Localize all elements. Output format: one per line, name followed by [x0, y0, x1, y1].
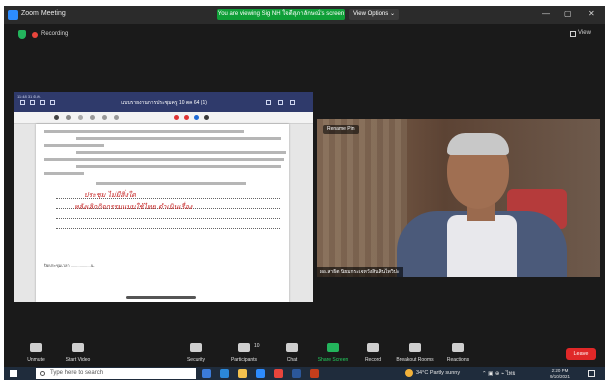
microphone-muted-icon — [30, 343, 42, 352]
back-icon — [20, 100, 25, 105]
recording-label: Recording — [41, 31, 69, 37]
participant-hair — [447, 133, 509, 155]
record-icon — [367, 343, 379, 352]
shared-screen: 11:48 31 ต.ค. แบบรายงานการประชุมครู 10 ต… — [14, 92, 313, 302]
leave-button[interactable]: Leave — [566, 348, 596, 360]
handwriting-line-1: ประชุม ไม่มีสิ่งใด — [84, 191, 136, 199]
start-video-button[interactable]: Start Video — [53, 343, 103, 363]
doc-text-line — [44, 172, 84, 175]
eraser-icon — [78, 115, 83, 120]
search-icon — [40, 100, 45, 105]
minimize-button[interactable]: — — [542, 9, 550, 18]
security-shield-icon[interactable] — [18, 30, 26, 39]
search-icon — [40, 371, 45, 376]
annotation-toolbar — [14, 112, 313, 124]
window-title: Zoom Meeting — [21, 10, 66, 17]
title-bar: Zoom Meeting You are viewing Sig NH ใจดี… — [4, 6, 605, 24]
weather-widget[interactable]: 34°C Partly sunny — [416, 370, 460, 376]
undo-icon — [266, 100, 271, 105]
view-button[interactable]: View — [578, 30, 591, 36]
share-screen-icon — [327, 343, 339, 352]
weather-sun-icon — [405, 369, 413, 377]
start-video-label: Start Video — [65, 357, 91, 363]
viewing-screen-banner: You are viewing Sig NH ใจดีสุภาลักษณ์'s … — [217, 9, 345, 20]
security-button[interactable]: Security — [171, 343, 221, 363]
participants-label: Participants — [230, 357, 258, 363]
participants-button[interactable]: Participants — [219, 343, 269, 363]
doc-text-line — [96, 182, 246, 185]
doc-text-line — [44, 130, 244, 133]
meeting-close-time: ปิดประชุมเวลา ..................น. — [44, 263, 95, 268]
doc-text-line — [44, 158, 284, 161]
video-curtain — [317, 119, 407, 277]
notification-icon[interactable] — [588, 370, 595, 377]
clock-date: 9/10/2021 — [549, 373, 571, 379]
reactions-button[interactable]: Reactions — [433, 343, 483, 363]
file-explorer-icon[interactable] — [238, 369, 247, 378]
pen-tool-icon — [54, 115, 59, 120]
reactions-label: Reactions — [446, 357, 470, 363]
pen-color-red — [174, 115, 179, 120]
doc-text-line — [76, 151, 286, 154]
more-icon — [290, 100, 295, 105]
share-icon — [278, 100, 283, 105]
document-title: แบบรายงานการประชุมครู 10 ตค 64 (1) — [121, 100, 207, 106]
text-tool-icon — [114, 115, 119, 120]
doc-text-line — [44, 144, 104, 147]
zoom-logo-icon — [8, 10, 18, 20]
highlighter-icon — [66, 115, 71, 120]
windows-start-icon[interactable] — [10, 370, 17, 377]
participant-shirt — [447, 215, 517, 277]
breakout-rooms-icon — [409, 343, 421, 352]
security-icon — [190, 343, 202, 352]
participants-icon — [238, 343, 250, 352]
pen-color-blue — [194, 115, 199, 120]
dotted-line — [56, 228, 280, 229]
zoom-window: Zoom Meeting You are viewing Sig NH ใจดี… — [4, 6, 605, 380]
security-label: Security — [186, 357, 206, 363]
doc-text-line — [76, 165, 281, 168]
reactions-icon — [452, 343, 464, 352]
chat-icon — [286, 343, 298, 352]
shape-icon — [102, 115, 107, 120]
pdf-reader-icon[interactable] — [274, 369, 283, 378]
powerpoint-icon[interactable] — [310, 369, 319, 378]
pen-color-black — [204, 115, 209, 120]
zoom-taskbar-icon[interactable] — [256, 369, 265, 378]
view-grid-icon[interactable] — [570, 31, 576, 37]
document-page: ประชุม ไม่มีสิ่งใด หลังเลิกกิจกรรมแบบใช้… — [36, 124, 289, 302]
taskbar-search-input[interactable]: Type here to search — [36, 368, 196, 379]
participant-name-label: ผอ.สาธิต นิยมกระเจหวังสินสินไพวิปะ — [317, 267, 403, 277]
maximize-button[interactable]: ▢ — [564, 9, 572, 18]
document-scrollbar[interactable] — [126, 296, 196, 299]
task-view-icon[interactable] — [202, 369, 211, 378]
taskbar-clock[interactable]: 2:20 PM 9/10/2021 — [542, 368, 578, 379]
pen-color-red-2 — [184, 115, 189, 120]
grid-icon — [30, 100, 35, 105]
tablet-top-bar: 11:48 31 ต.ค. แบบรายงานการประชุมครู 10 ต… — [14, 92, 313, 112]
lasso-icon — [90, 115, 95, 120]
close-button[interactable]: ✕ — [588, 9, 595, 18]
doc-text-line — [76, 137, 281, 140]
view-options-button[interactable]: View Options ⌄ — [349, 9, 399, 20]
system-tray[interactable]: ⌃ ▣ ⊕ ⌁ ไทย — [482, 370, 515, 378]
participant-video: Rename Pin ผอ.สาธิต นิยมกระเจหวังสินสินไ… — [317, 119, 600, 277]
edge-browser-icon[interactable] — [220, 369, 229, 378]
video-off-icon — [72, 343, 84, 352]
handwriting-line-2: หลังเลิกกิจกรรมแบบใช้ไทย ดำเนินเรื่อง — [74, 203, 193, 211]
dotted-line — [56, 218, 280, 219]
participants-count: 10 — [254, 343, 260, 349]
bookmark-icon — [50, 100, 55, 105]
tablet-status-bar: 11:48 31 ต.ค. — [17, 94, 41, 99]
rename-pin-button[interactable]: Rename Pin — [323, 125, 359, 134]
recording-dot-icon — [32, 32, 38, 38]
windows-taskbar: Type here to search 34°C Partly sunny ⌃ … — [4, 367, 605, 380]
word-icon[interactable] — [292, 369, 301, 378]
